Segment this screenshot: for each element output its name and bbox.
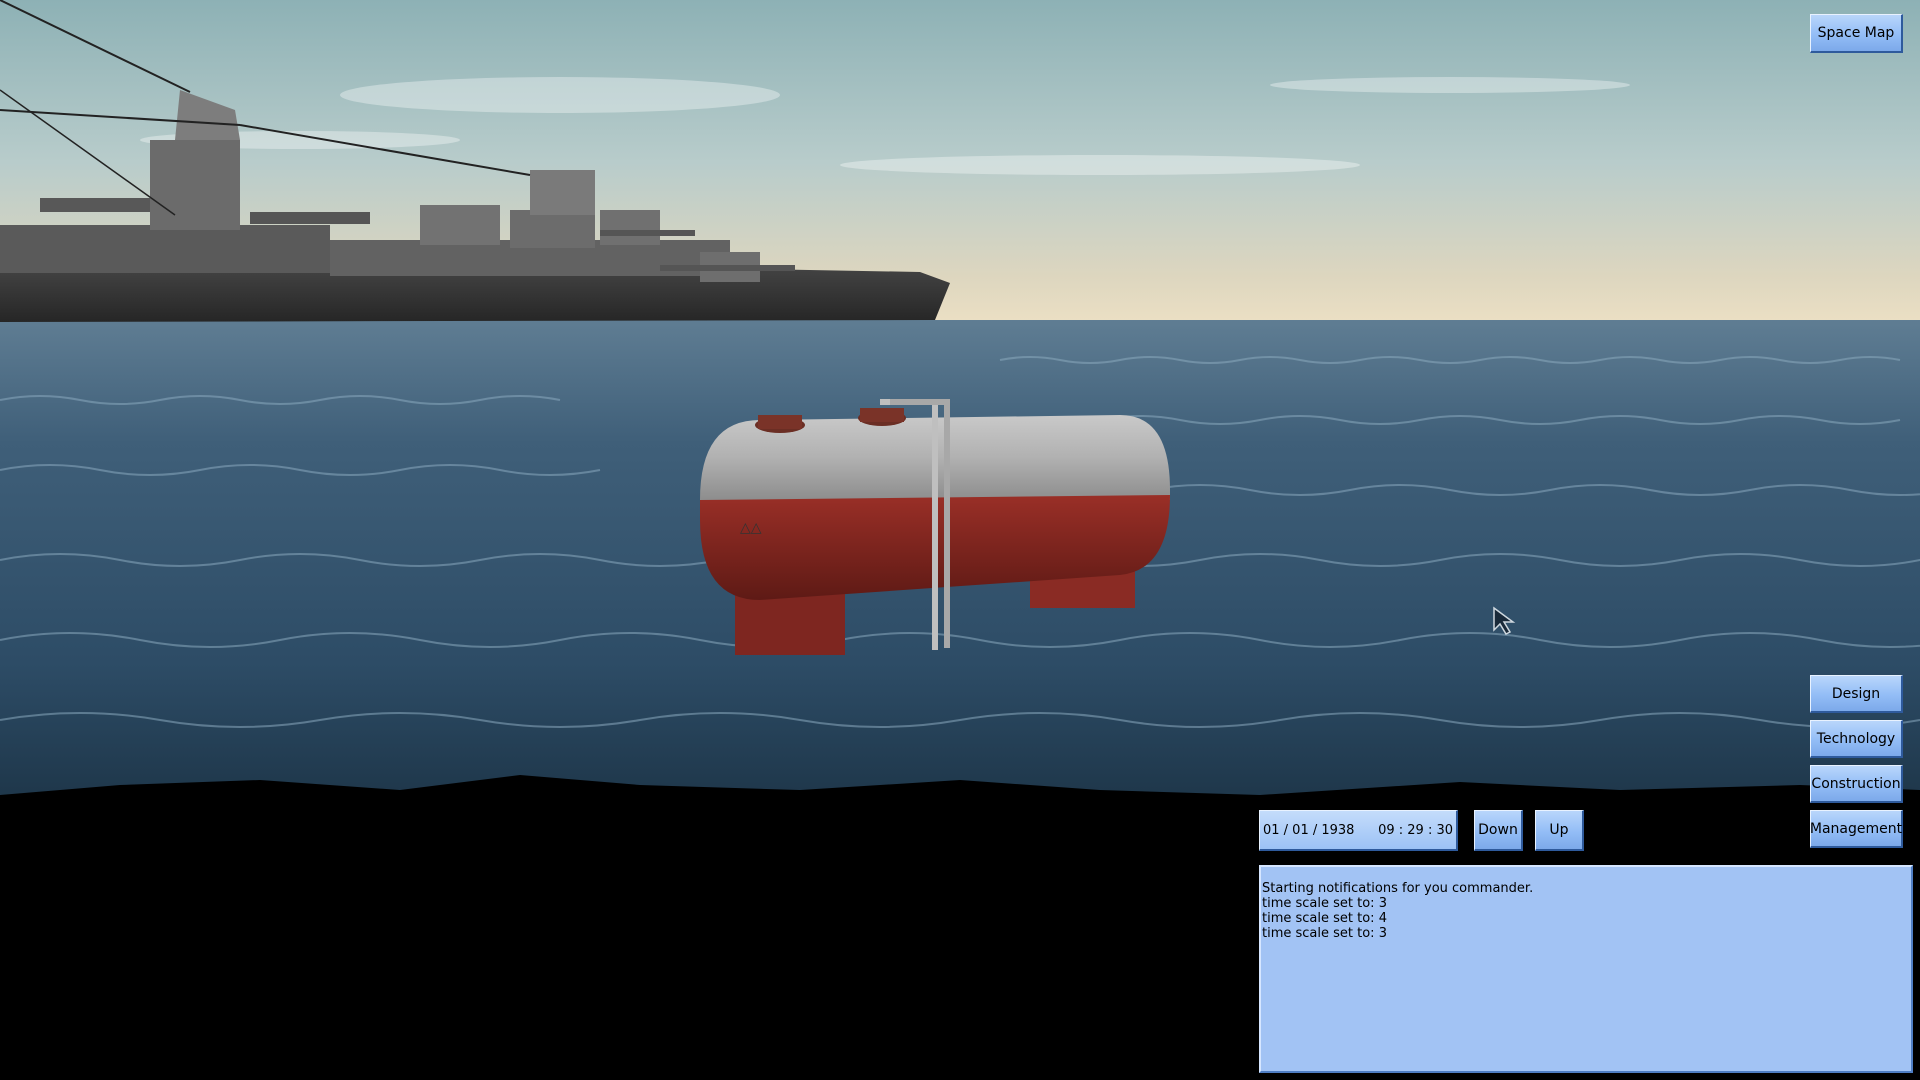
clock-text: 09 : 29 : 30 (1378, 823, 1453, 838)
game-viewport[interactable]: △△ Space Map Design Technology Construct… (0, 0, 1920, 1080)
notification-line: Starting notifications for you commander… (1262, 881, 1534, 896)
time-scale-up-button[interactable]: Up (1535, 810, 1584, 851)
management-button[interactable]: Management (1810, 810, 1903, 848)
technology-button[interactable]: Technology (1810, 720, 1903, 758)
space-map-button[interactable]: Space Map (1810, 14, 1903, 53)
notification-line: time scale set to: 4 (1262, 911, 1387, 926)
construction-button[interactable]: Construction (1810, 765, 1903, 803)
svg-text:△△: △△ (740, 520, 762, 536)
time-scale-down-button[interactable]: Down (1474, 810, 1523, 851)
date-time-display: 01 / 01 / 1938 09 : 29 : 30 (1259, 810, 1458, 851)
design-button[interactable]: Design (1810, 675, 1903, 713)
date-text: 01 / 01 / 1938 (1263, 823, 1355, 838)
notification-line: time scale set to: 3 (1262, 926, 1387, 941)
notification-line: time scale set to: 3 (1262, 896, 1387, 911)
notification-log[interactable]: Starting notifications for you commander… (1259, 865, 1913, 1073)
